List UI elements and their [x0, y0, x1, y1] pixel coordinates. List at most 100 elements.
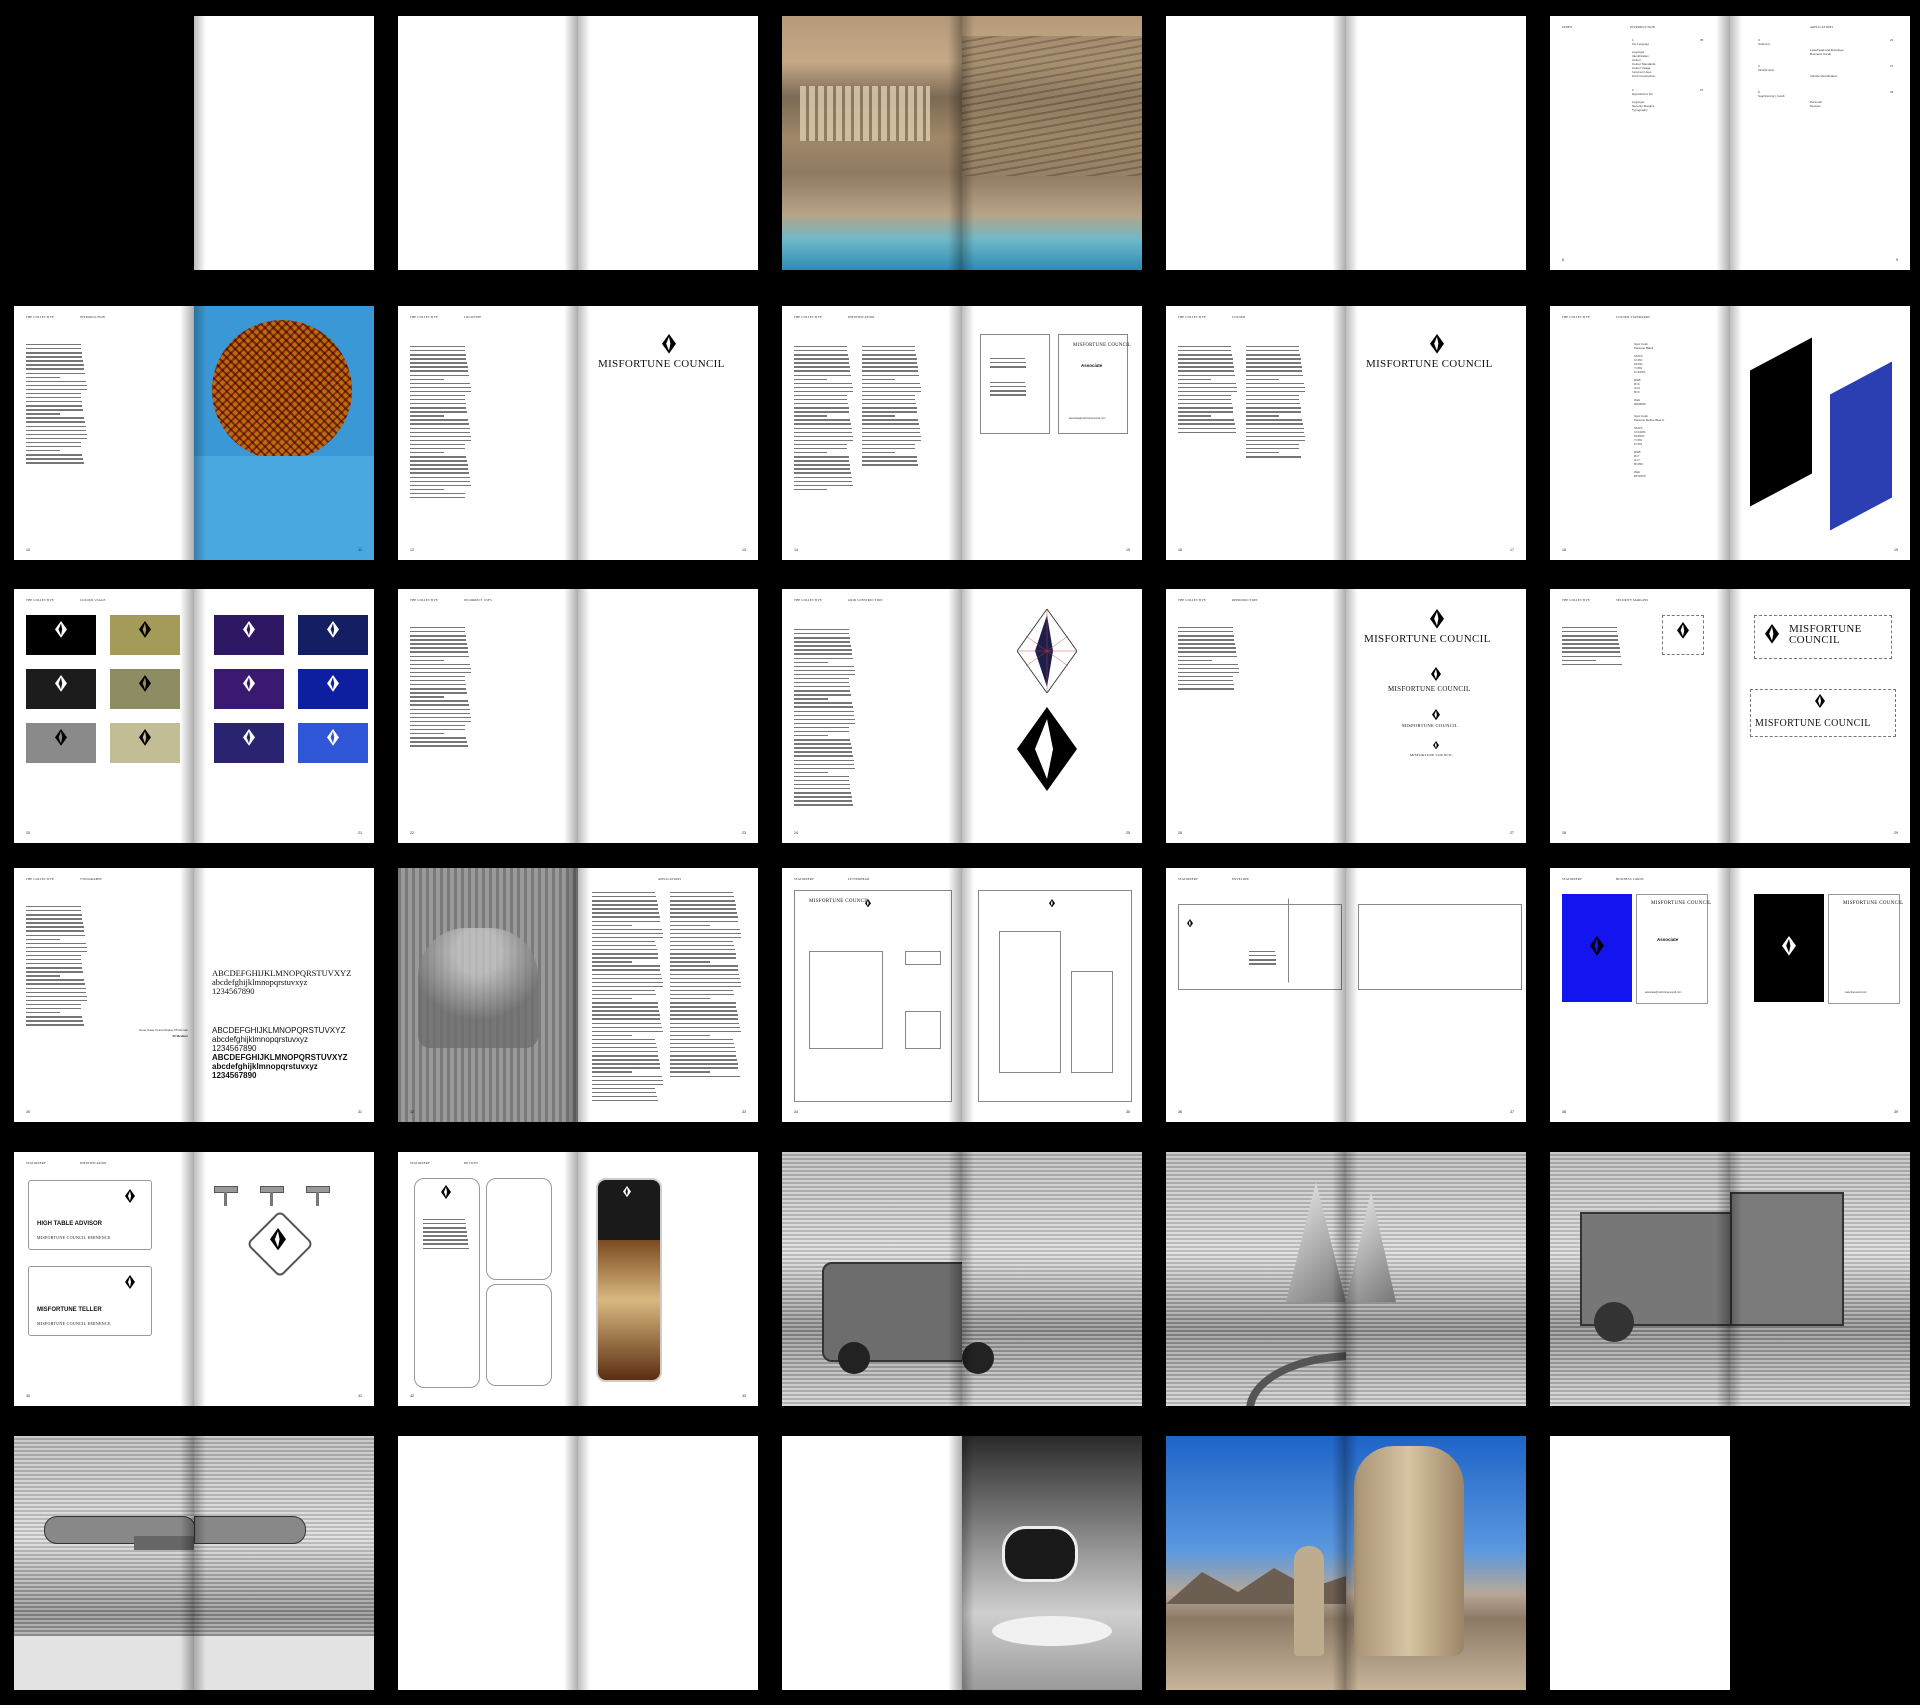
running-header: APPLICATIONS	[658, 877, 682, 881]
spread-security-margins[interactable]: THE COLLECTIVE SECURITY MARGINS 28 MISFORTU…	[1550, 589, 1910, 843]
index-item[interactable]: Typography	[1632, 108, 1648, 112]
running-header: COLOUR USAGE	[80, 598, 106, 602]
running-header: THE COLLECTIVE	[26, 877, 54, 881]
van-wheel	[962, 1342, 994, 1374]
spread-desert-hand-photo[interactable]	[1166, 1436, 1526, 1690]
spread-grid: INDEX INTRODUCTION 1 The Language 05 Logotype…	[0, 0, 1920, 1705]
running-header: TYPOGRAPHY	[80, 877, 103, 881]
spread-blank-c[interactable]	[398, 1436, 758, 1690]
council-logo-icon	[1187, 919, 1193, 928]
spread-colour-usage[interactable]: THE COLLECTIVE COLOUR USAGE 20 21	[14, 589, 374, 843]
index-item[interactable]: Business Cards	[1810, 52, 1831, 56]
phone-message-lines	[423, 1219, 471, 1252]
id-card[interactable]: HIGH TABLE ADVISOR MISFORTUNE COUNCIL EMI…	[28, 1180, 152, 1250]
embossed-aircraft-right-page	[194, 1436, 374, 1690]
running-header: THE COLLECTIVE	[1562, 598, 1590, 602]
spread-id-cards[interactable]: STATIONERY IDENTIFICATION HIGH TABLE ADVIS…	[14, 1152, 374, 1406]
section-page: 27	[1890, 64, 1894, 68]
spread-colour-left-page: THE COLLECTIVE COLOUR 16	[1166, 306, 1346, 560]
spread-terminal-photo-left-page	[782, 1436, 962, 1690]
spread-back-cover-right-page	[1550, 1436, 1730, 1690]
pencil-sphere	[212, 320, 352, 460]
spread-devices[interactable]: STATIONERY DEVICES 42 43	[398, 1152, 758, 1406]
colour-usage-tile	[298, 615, 368, 655]
running-header: STATIONERY	[1178, 877, 1199, 881]
spread-reproduction[interactable]: THE COLLECTIVE REPRODUCTION 26 MISFORTUNE C…	[1166, 589, 1526, 843]
council-logo-icon	[1433, 741, 1439, 750]
council-logo-icon	[55, 675, 67, 692]
index-item[interactable]: Vehicle Identification	[1810, 74, 1837, 78]
blue-swatch	[1830, 361, 1892, 531]
colour-usage-tile	[26, 615, 96, 655]
reproduction-wordmark-tiny: MISFORTUNE COUNCIL	[1410, 753, 1453, 757]
page-number: 41	[358, 1394, 362, 1398]
spread-theatre-photo[interactable]	[782, 16, 1142, 270]
council-logo-icon	[1815, 694, 1825, 708]
spread-incorrect-uses[interactable]: THE COLLECTIVE INCORRECT USES 22 23	[398, 589, 758, 843]
section-title: Stationery	[1758, 42, 1771, 46]
page-number: 25	[1126, 831, 1130, 835]
phone-back-top	[486, 1178, 552, 1280]
spread-back-cover[interactable]	[1550, 1436, 1730, 1690]
council-logo-icon	[1765, 624, 1779, 644]
spread-applications[interactable]: 32 APPLICATIONS 33	[398, 868, 758, 1122]
council-logo-icon	[270, 1228, 286, 1251]
phone-photo	[596, 1178, 662, 1382]
spread-security-margins-right-page: MISFORTUNE COUNCIL MISFORTUNE COUNCIL 29	[1730, 589, 1910, 843]
spread-business-cards[interactable]: STATIONERY BUSINESS CARDS MISFORTUNE COUNC…	[1550, 868, 1910, 1122]
spread-introduction[interactable]: THE COLLECTIVE INTRODUCTION 10 11	[14, 306, 374, 560]
sans-bold-specimen: ABCDEFGHIJKLMNOPQRSTUVXYZ	[212, 1053, 348, 1062]
letterhead-back-body	[999, 931, 1061, 1073]
embossed-car-hood[interactable]	[1166, 1152, 1526, 1406]
embossed-truck[interactable]	[1550, 1152, 1910, 1406]
council-logo-icon	[125, 1189, 135, 1203]
spread-blank-c-right-page	[578, 1436, 758, 1690]
spread-index[interactable]: INDEX INTRODUCTION 1 The Language 05 Logotype…	[1550, 16, 1910, 270]
phone-screen-front	[414, 1178, 480, 1388]
spread-envelope[interactable]: STATIONERY ENVELOPE 36 37	[1166, 868, 1526, 1122]
section-page: 33	[1890, 90, 1894, 94]
index-item[interactable]: Grid Construction	[1632, 74, 1655, 78]
council-logo-icon	[865, 899, 871, 908]
amphitheatre-photo	[782, 16, 962, 270]
running-header: THE COLLECTIVE	[26, 315, 54, 319]
id-card[interactable]: MISFORTUNE TELLER MISFORTUNE COUNCIL EMIN…	[28, 1266, 152, 1336]
running-header: STATIONERY	[1562, 877, 1583, 881]
embossed-van[interactable]	[782, 1152, 1142, 1406]
spread-colour-usage-left-page: THE COLLECTIVE COLOUR USAGE 20	[14, 589, 194, 843]
spread-introduction-right-page: 11	[194, 306, 374, 560]
spread-logotype[interactable]: THE COLLECTIVE LOGOTYPE 12 MISFORTUNE COUNC…	[398, 306, 758, 560]
spread-identification[interactable]: THE COLLECTIVE IDENTIFICATION 14 MISFORTUNE…	[782, 306, 1142, 560]
card-wordmark: MISFORTUNE COUNCIL	[1073, 343, 1132, 348]
page-number: 43	[742, 1394, 746, 1398]
spread-colour[interactable]: THE COLLECTIVE COLOUR 16 MISFORTUNE COUNCIL…	[1166, 306, 1526, 560]
security-text	[1562, 627, 1624, 668]
spread-applications-left-page: 32	[398, 868, 578, 1122]
applications-text-1	[592, 892, 664, 1104]
council-logo-icon	[1049, 899, 1055, 908]
card-black	[1754, 894, 1824, 1002]
index-item[interactable]: Devices	[1810, 104, 1821, 108]
colour-usage-tile	[110, 615, 180, 655]
colour-usage-tile	[110, 723, 180, 763]
section-title: Reproduction Kit	[1632, 92, 1653, 96]
colour-text-1	[1178, 346, 1238, 436]
spread-desert-hand-photo-left-page	[1166, 1436, 1346, 1690]
spread-letterhead[interactable]: STATIONERY LETTERHEAD MISFORTUNE COUNCIL 34…	[782, 868, 1142, 1122]
colour-usage-tile	[26, 669, 96, 709]
running-header: IDENTIFICATION	[848, 315, 875, 319]
spread-blank-a[interactable]	[398, 16, 758, 270]
applications-text-2	[670, 892, 742, 1080]
spread-cover[interactable]	[14, 16, 374, 270]
reproduction-wordmark-medium: MISFORTUNE COUNCIL	[1388, 685, 1471, 693]
running-header: GRID CONSTRUCTION	[848, 598, 883, 602]
card-address-lines	[990, 358, 1030, 370]
spread-blank-b[interactable]	[1166, 16, 1526, 270]
spread-grid-construction[interactable]: THE COLLECTIVE GRID CONSTRUCTION 24 25	[782, 589, 1142, 843]
spread-terminal-photo[interactable]	[782, 1436, 1142, 1690]
spread-typography[interactable]: THE COLLECTIVE TYPOGRAPHY Neue Haas Unica …	[14, 868, 374, 1122]
incorrect-uses-text	[410, 627, 472, 749]
spread-colour-standards[interactable]: THE COLLECTIVE COLOUR STANDARDS Spot Color…	[1550, 306, 1910, 560]
page-number: 29	[1894, 831, 1898, 835]
embossed-aircraft[interactable]	[14, 1436, 374, 1690]
